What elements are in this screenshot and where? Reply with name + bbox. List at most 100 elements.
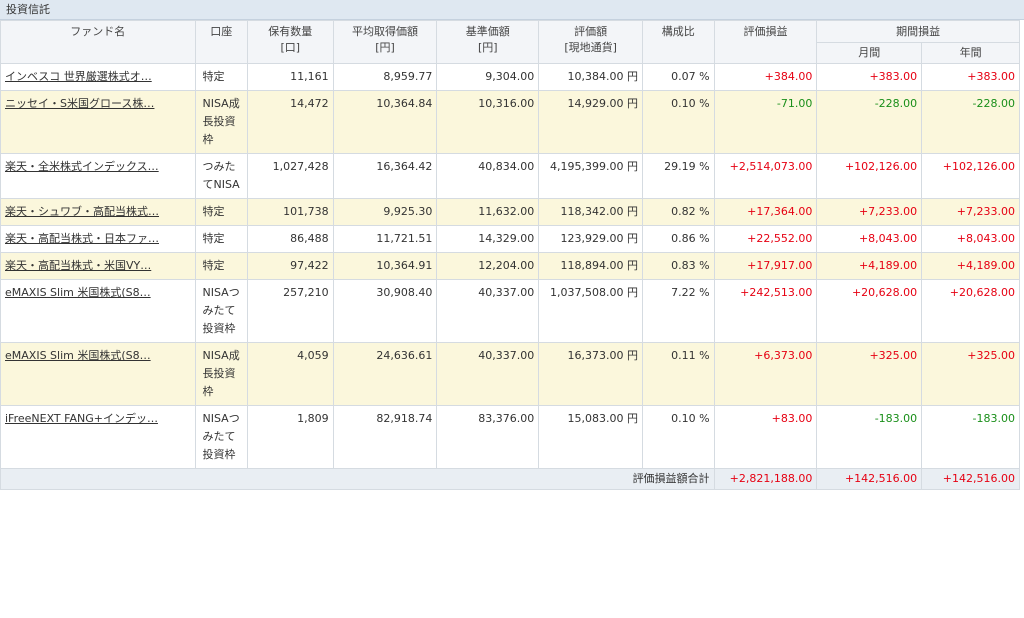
table-row: 楽天・高配当株式・米国VY… 特定 97,422 10,364.91 12,204.00… <box>0 252 1020 280</box>
account-type: NISAつみたて投資枠 <box>194 405 248 469</box>
unrealized-cell: +2,514,073.00 <box>713 153 818 199</box>
account-type: NISA成長投資枠 <box>194 342 248 406</box>
unrealized-cell: +83.00 <box>713 405 818 469</box>
table-row: iFreeNEXT FANG+インデッ… NISAつみたて投資枠 1,809 82,9… <box>0 405 1020 469</box>
fund-name-cell: eMAXIS Slim 米国株式(S8… <box>0 342 196 406</box>
quantity-cell: 1,027,428 <box>246 153 334 199</box>
header-yearly-label: 年間 <box>959 46 982 59</box>
unrealized-cell: +22,552.00 <box>713 225 818 253</box>
fund-name-link[interactable]: インベスコ 世界厳選株式オ… <box>5 70 152 83</box>
fund-name-link[interactable]: 楽天・シュワブ・高配当株式… <box>5 205 159 218</box>
valuation-cell: 4,195,399.00 円 <box>538 153 644 199</box>
total-unrealized: +2,821,188.00 <box>713 468 818 490</box>
yearly-cell: +4,189.00 <box>921 252 1020 280</box>
avg-cost-cell: 10,364.91 <box>332 252 438 280</box>
unrealized-cell: +17,364.00 <box>713 198 818 226</box>
base-price-cell: 40,337.00 <box>436 342 540 406</box>
fund-name-cell: 楽天・シュワブ・高配当株式… <box>0 198 196 226</box>
unrealized-cell: +6,373.00 <box>713 342 818 406</box>
monthly-cell: +20,628.00 <box>816 279 923 343</box>
valuation-cell: 14,929.00 円 <box>538 90 644 154</box>
valuation-cell: 16,373.00 円 <box>538 342 644 406</box>
base-price-cell: 11,632.00 <box>436 198 540 226</box>
header-base-price: 基準価額 [円] <box>436 20 540 64</box>
quantity-cell: 14,472 <box>246 90 334 154</box>
header-quantity-label: 保有数量 <box>268 25 313 38</box>
account-type: つみたてNISA <box>194 153 248 199</box>
quantity-cell: 86,488 <box>246 225 334 253</box>
valuation-cell: 123,929.00 円 <box>538 225 644 253</box>
yearly-cell: +8,043.00 <box>921 225 1020 253</box>
valuation-cell: 118,894.00 円 <box>538 252 644 280</box>
avg-cost-cell: 30,908.40 <box>332 279 438 343</box>
yearly-cell: -228.00 <box>921 90 1020 154</box>
header-avg-cost: 平均取得価額 [円] <box>332 20 438 64</box>
quantity-cell: 257,210 <box>246 279 334 343</box>
yearly-cell: -183.00 <box>921 405 1020 469</box>
header-fund-name: ファンド名 <box>0 20 196 64</box>
account-type: NISA成長投資枠 <box>194 90 248 154</box>
account-type: 特定 <box>194 252 248 280</box>
unrealized-cell: -71.00 <box>713 90 818 154</box>
valuation-cell: 1,037,508.00 円 <box>538 279 644 343</box>
fund-name-link[interactable]: 楽天・高配当株式・日本ファ… <box>5 232 159 245</box>
unrealized-cell: +17,917.00 <box>713 252 818 280</box>
avg-cost-cell: 11,721.51 <box>332 225 438 253</box>
section-title: 投資信託 <box>0 0 1024 20</box>
fund-name-cell: iFreeNEXT FANG+インデッ… <box>0 405 196 469</box>
fund-name-link[interactable]: ニッセイ・S米国グロース株… <box>5 97 154 110</box>
fund-name-cell: 楽天・高配当株式・米国VY… <box>0 252 196 280</box>
header-ratio-label: 構成比 <box>661 25 695 38</box>
valuation-cell: 118,342.00 円 <box>538 198 644 226</box>
account-type: NISAつみたて投資枠 <box>194 279 248 343</box>
unrealized-cell: +384.00 <box>713 63 818 91</box>
table-row: ニッセイ・S米国グロース株… NISA成長投資枠 14,472 10,364.84 10… <box>0 90 1020 154</box>
header-avg-cost-label: 平均取得価額 <box>352 25 418 38</box>
table-row: eMAXIS Slim 米国株式(S8… NISAつみたて投資枠 257,210 30… <box>0 279 1020 343</box>
header-period-label: 期間損益 <box>896 25 941 38</box>
monthly-cell: -183.00 <box>816 405 923 469</box>
total-yearly: +142,516.00 <box>921 468 1020 490</box>
total-monthly: +142,516.00 <box>816 468 923 490</box>
ratio-cell: 0.82 % <box>642 198 715 226</box>
monthly-cell: -228.00 <box>816 90 923 154</box>
totals-label: 評価損益額合計 <box>0 468 715 490</box>
valuation-cell: 15,083.00 円 <box>538 405 644 469</box>
header-unrealized: 評価損益 <box>713 20 818 64</box>
table-row: eMAXIS Slim 米国株式(S8… NISA成長投資枠 4,059 24,636… <box>0 342 1020 406</box>
yearly-cell: +20,628.00 <box>921 279 1020 343</box>
yearly-cell: +383.00 <box>921 63 1020 91</box>
ratio-cell: 0.10 % <box>642 90 715 154</box>
header-unrealized-label: 評価損益 <box>743 25 788 38</box>
yearly-cell: +7,233.00 <box>921 198 1020 226</box>
base-price-cell: 40,834.00 <box>436 153 540 199</box>
fund-name-cell: 楽天・高配当株式・日本ファ… <box>0 225 196 253</box>
ratio-cell: 7.22 % <box>642 279 715 343</box>
fund-name-cell: インベスコ 世界厳選株式オ… <box>0 63 196 91</box>
fund-name-link[interactable]: eMAXIS Slim 米国株式(S8… <box>5 286 151 299</box>
account-type: 特定 <box>194 63 248 91</box>
fund-name-link[interactable]: 楽天・全米株式インデックス… <box>5 160 159 173</box>
yearly-cell: +325.00 <box>921 342 1020 406</box>
avg-cost-cell: 8,959.77 <box>332 63 438 91</box>
header-monthly-label: 月間 <box>858 46 881 59</box>
header-valuation: 評価額 [現地通貨] <box>538 20 644 64</box>
fund-name-link[interactable]: 楽天・高配当株式・米国VY… <box>5 259 151 272</box>
header-base-price-label: 基準価額 <box>465 25 510 38</box>
fund-name-link[interactable]: iFreeNEXT FANG+インデッ… <box>5 412 158 425</box>
ratio-cell: 0.83 % <box>642 252 715 280</box>
fund-name-cell: eMAXIS Slim 米国株式(S8… <box>0 279 196 343</box>
monthly-cell: +325.00 <box>816 342 923 406</box>
header-ratio: 構成比 <box>642 20 715 64</box>
avg-cost-cell: 24,636.61 <box>332 342 438 406</box>
table-row: 楽天・高配当株式・日本ファ… 特定 86,488 11,721.51 14,329.00… <box>0 225 1020 253</box>
fund-name-link[interactable]: eMAXIS Slim 米国株式(S8… <box>5 349 151 362</box>
base-price-cell: 83,376.00 <box>436 405 540 469</box>
header-avg-cost-unit: [円] <box>375 41 395 54</box>
monthly-cell: +383.00 <box>816 63 923 91</box>
table-row: インベスコ 世界厳選株式オ… 特定 11,161 8,959.77 9,304.00 10… <box>0 63 1020 91</box>
fund-name-cell: 楽天・全米株式インデックス… <box>0 153 196 199</box>
header-fund-name-label: ファンド名 <box>70 25 126 38</box>
table-row: 楽天・シュワブ・高配当株式… 特定 101,738 9,925.30 11,632.00… <box>0 198 1020 226</box>
unrealized-cell: +242,513.00 <box>713 279 818 343</box>
